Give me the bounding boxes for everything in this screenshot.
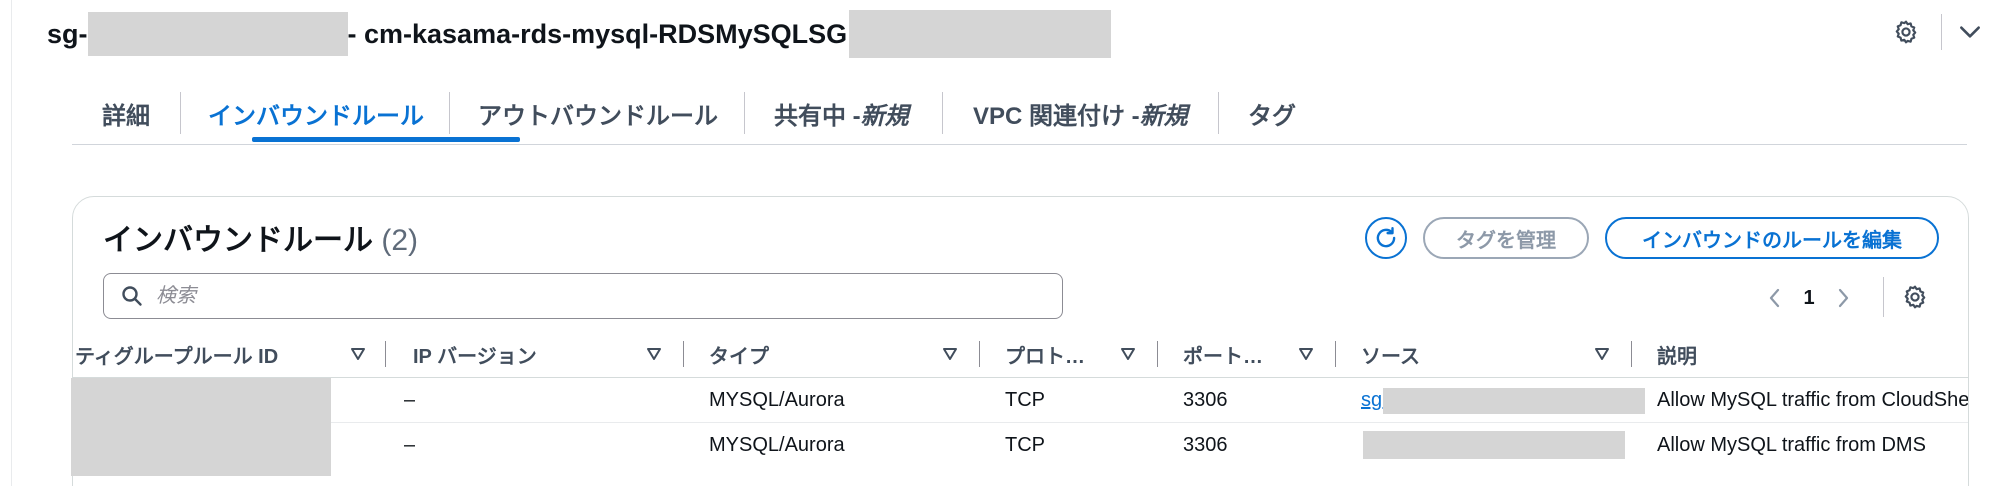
tab-tags-label: タグ <box>1248 102 1296 130</box>
tab-inbound-rules[interactable]: インバウンドルール <box>208 84 424 142</box>
column-header-type[interactable]: タイプ <box>709 331 769 377</box>
column-separator[interactable] <box>1335 341 1336 367</box>
column-separator[interactable] <box>385 341 386 367</box>
table-row[interactable]: – MYSQL/Aurora TCP 3306 sg- Allow MySQL … <box>73 378 1968 423</box>
column-separator[interactable] <box>1157 341 1158 367</box>
refresh-icon <box>1376 227 1396 248</box>
column-header-label: タイプ <box>709 345 769 368</box>
column-header-ip-version[interactable]: IP バージョン <box>413 331 537 377</box>
active-tab-indicator <box>252 137 520 142</box>
tab-details-label: 詳細 <box>102 102 150 130</box>
tab-sharing[interactable]: 共有中 - 新規 <box>774 84 909 142</box>
header-divider <box>1941 14 1942 50</box>
header-settings-button[interactable] <box>1888 14 1924 50</box>
search-field[interactable] <box>103 273 1063 319</box>
sort-icon[interactable] <box>643 343 665 365</box>
previous-page-button[interactable] <box>1763 283 1787 313</box>
column-header-label: ポート… <box>1183 345 1263 368</box>
edit-inbound-rules-button[interactable]: インバウンドのルールを編集 <box>1605 217 1939 259</box>
column-header-label: ティグループルール ID <box>75 345 279 368</box>
redacted-suffix <box>849 10 1112 58</box>
rule-count: (2) <box>381 224 419 257</box>
edit-inbound-rules-label: インバウンドのルールを編集 <box>1642 229 1902 252</box>
table-row[interactable]: – MYSQL/Aurora TCP 3306 Allow MySQL traf… <box>73 423 1968 467</box>
page-title: sg- - cm-kasama-rds-mysql-RDSMySQLSG <box>47 10 1112 58</box>
tab-details[interactable]: 詳細 <box>102 84 150 142</box>
column-separator[interactable] <box>683 341 684 367</box>
title-prefix: sg- <box>47 18 88 49</box>
refresh-button[interactable] <box>1365 217 1407 259</box>
tab-separator <box>942 92 943 134</box>
panel-title: インバウンドルール (2) <box>103 215 418 259</box>
port-cell: 3306 <box>1183 388 1228 411</box>
search-icon <box>120 284 144 308</box>
tab-outbound-rules-label: アウトバウンドルール <box>478 102 718 130</box>
tab-inbound-rules-label: インバウンドルール <box>208 102 424 130</box>
column-header-label: プロト… <box>1005 345 1085 368</box>
tab-separator <box>449 92 450 134</box>
chevron-left-icon <box>1769 288 1780 308</box>
column-separator[interactable] <box>1631 341 1632 367</box>
column-header-rule-id[interactable]: ティグループルール ID <box>75 331 278 377</box>
tab-bar: 詳細 インバウンドルール アウトバウンドルール 共有中 - 新規 VPC 関連付… <box>72 84 1967 145</box>
protocol-cell: TCP <box>1005 433 1045 456</box>
tab-separator <box>1218 92 1219 134</box>
chevron-right-icon <box>1838 288 1849 308</box>
tab-outbound-rules[interactable]: アウトバウンドルール <box>478 84 718 142</box>
column-header-source[interactable]: ソース <box>1361 331 1420 377</box>
type-cell: MYSQL/Aurora <box>709 388 845 411</box>
column-header-label: 説明 <box>1657 345 1697 368</box>
column-header-port[interactable]: ポート… <box>1183 331 1263 377</box>
tab-vpc-associations-new-badge: 新規 <box>1139 102 1188 130</box>
redacted-source <box>1363 431 1625 459</box>
description-cell: Allow MySQL traffic from CloudShell <box>1657 388 1968 411</box>
manage-tags-button[interactable]: タグを管理 <box>1423 217 1589 259</box>
ip-version-cell: – <box>404 388 416 411</box>
sort-icon[interactable] <box>1117 343 1139 365</box>
manage-tags-label: タグを管理 <box>1456 229 1556 252</box>
current-page-number[interactable]: 1 <box>1787 287 1831 310</box>
table-preferences-button[interactable] <box>1899 281 1931 313</box>
tab-vpc-associations[interactable]: VPC 関連付け - 新規 <box>973 84 1188 142</box>
column-header-description[interactable]: 説明 <box>1657 331 1697 377</box>
header-collapse-button[interactable] <box>1952 14 1988 50</box>
gear-icon <box>1895 20 1917 44</box>
inbound-rules-panel: インバウンドルール (2) タグを管理 インバウンドのルールを編集 検索 1 テ… <box>71 196 1969 486</box>
tab-sharing-label: 共有中 - <box>774 102 861 130</box>
port-cell: 3306 <box>1183 433 1228 456</box>
tab-separator <box>180 92 181 134</box>
protocol-cell: TCP <box>1005 388 1045 411</box>
panel-title-text: インバウンドルール <box>103 224 373 257</box>
chevron-down-icon <box>1960 26 1980 38</box>
column-header-label: IP バージョン <box>413 345 537 368</box>
pagination: 1 <box>1763 283 1855 313</box>
tab-sharing-new-badge: 新規 <box>860 102 909 130</box>
column-separator[interactable] <box>979 341 980 367</box>
sort-icon[interactable] <box>939 343 961 365</box>
sort-icon[interactable] <box>1591 343 1613 365</box>
type-cell: MYSQL/Aurora <box>709 433 845 456</box>
redacted-group-id <box>87 12 348 56</box>
redacted-source <box>1383 388 1645 414</box>
search-input[interactable] <box>154 283 1038 309</box>
table-header: ティグループルール ID IP バージョン タイプ プロト… ポート… ソース <box>73 331 1968 378</box>
gear-icon <box>1904 285 1926 309</box>
redacted-rule-ids <box>71 378 331 476</box>
sort-icon[interactable] <box>347 343 369 365</box>
ip-version-cell: – <box>404 433 416 456</box>
column-header-label: ソース <box>1361 345 1420 368</box>
title-group-name: - cm-kasama-rds-mysql-RDSMySQLSG <box>347 18 848 49</box>
next-page-button[interactable] <box>1831 283 1855 313</box>
description-cell: Allow MySQL traffic from DMS <box>1657 433 1926 456</box>
column-header-protocol[interactable]: プロト… <box>1005 331 1085 377</box>
tab-separator <box>744 92 745 134</box>
tab-tags[interactable]: タグ <box>1248 84 1296 142</box>
pagination-divider <box>1883 277 1884 317</box>
left-border <box>11 0 12 486</box>
security-group-detail-page: sg- - cm-kasama-rds-mysql-RDSMySQLSG 詳細 … <box>0 0 2000 486</box>
tab-vpc-associations-label: VPC 関連付け - <box>973 102 1140 130</box>
sort-icon[interactable] <box>1295 343 1317 365</box>
